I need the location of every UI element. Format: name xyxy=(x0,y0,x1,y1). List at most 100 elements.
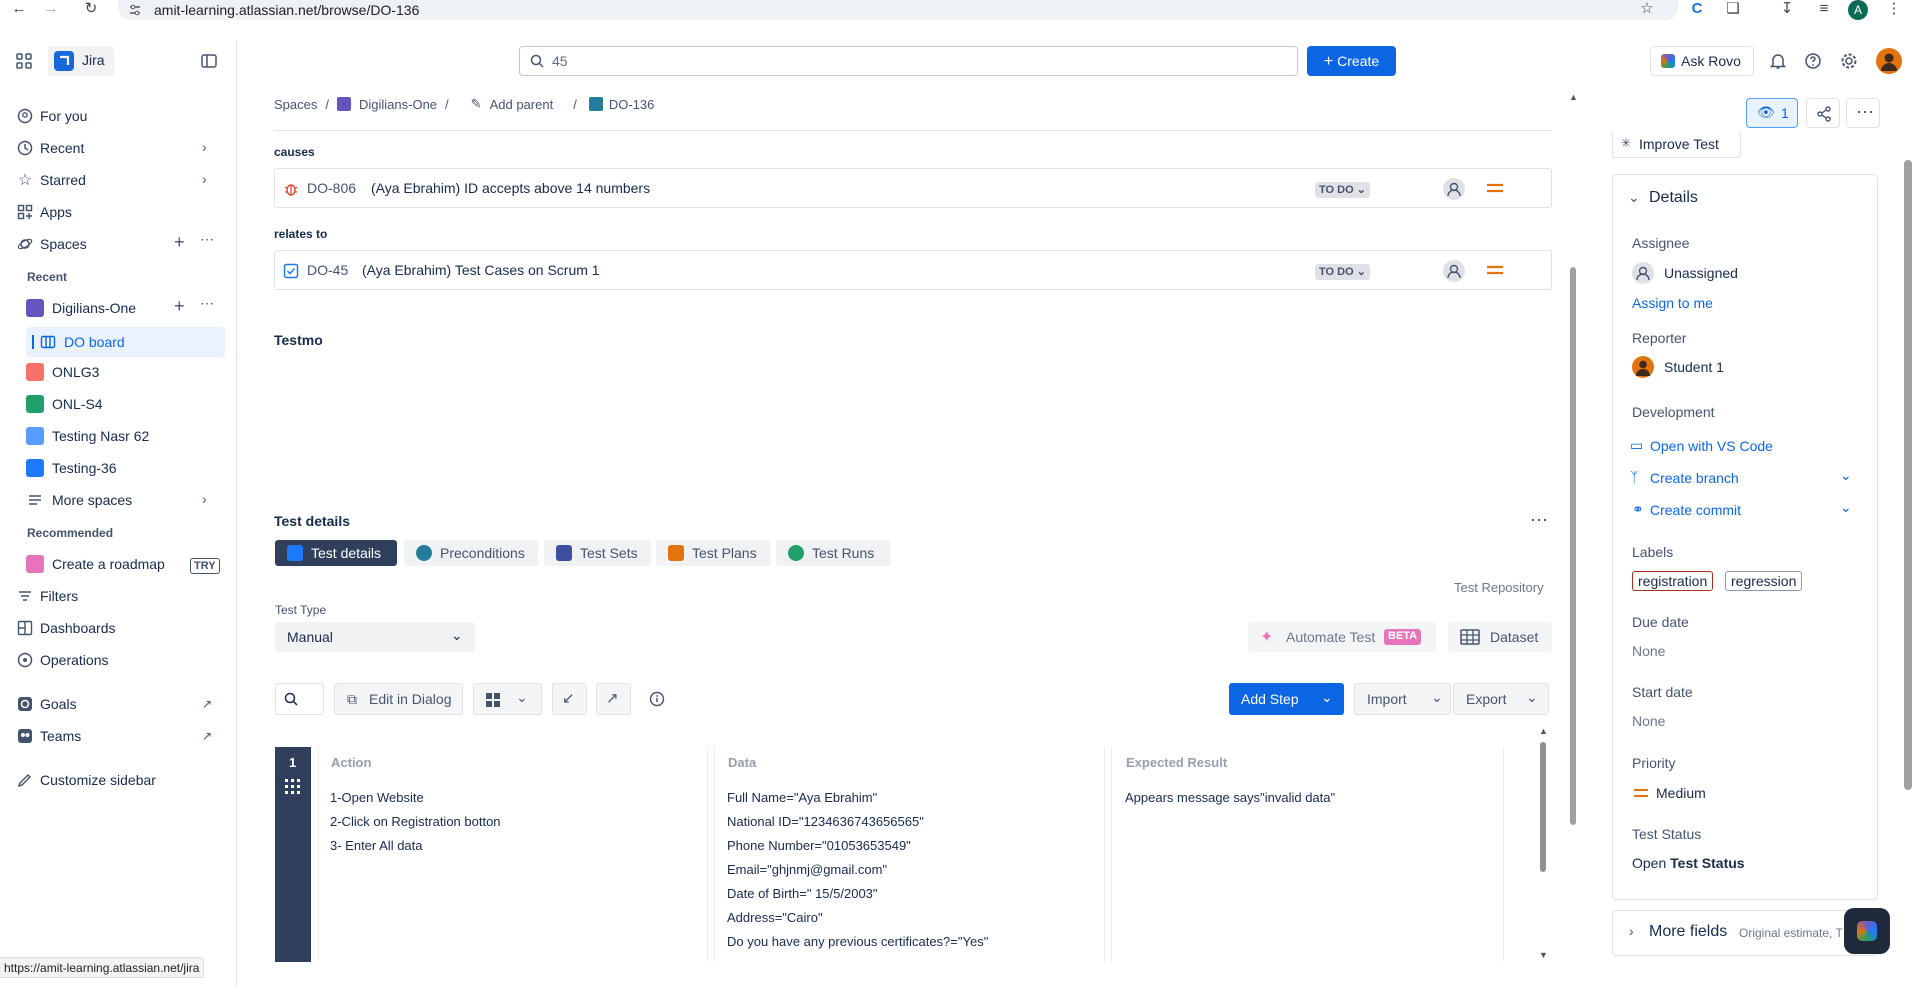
chevron-down-icon[interactable]: ⌄ xyxy=(1840,499,1852,516)
sidebar-item-dashboards[interactable]: Dashboards xyxy=(16,614,116,642)
issue-summary[interactable]: (Aya Ebrahim) ID accepts above 14 number… xyxy=(371,180,650,196)
browser-profile-avatar[interactable]: A xyxy=(1848,0,1868,20)
help-icon[interactable] xyxy=(1804,52,1822,70)
download-icon[interactable]: ↧ xyxy=(1778,1,1796,19)
tab-test-plans[interactable]: Test Plans xyxy=(656,540,770,566)
label-chip[interactable]: registration xyxy=(1632,571,1714,591)
sidebar-item-operations[interactable]: Operations xyxy=(16,646,108,674)
browser-menu-icon[interactable]: ⋮ xyxy=(1885,1,1903,19)
tab-test-details[interactable]: Test details xyxy=(275,540,397,566)
ask-rovo-button[interactable]: Ask Rovo xyxy=(1650,46,1754,76)
add-step-button[interactable]: Add Step ⌄ xyxy=(1229,683,1344,715)
external-link-icon[interactable]: ↗ xyxy=(202,729,212,743)
sidebar-item-more-spaces[interactable]: More spaces xyxy=(26,486,132,514)
open-vscode-link[interactable]: Open with VS Code xyxy=(1650,438,1773,454)
back-icon[interactable]: ← xyxy=(10,1,28,19)
breadcrumb-issue[interactable]: DO-136 xyxy=(609,97,655,112)
add-space-icon[interactable]: + xyxy=(174,232,185,253)
issue-key[interactable]: DO-45 xyxy=(307,262,348,278)
watch-button[interactable]: 👁 1 xyxy=(1746,98,1798,128)
sidebar-item-apps[interactable]: Apps xyxy=(16,198,72,226)
label-chip[interactable]: regression xyxy=(1725,571,1803,591)
test-status-value[interactable]: Open Test Status xyxy=(1632,855,1745,871)
details-title[interactable]: Details xyxy=(1649,189,1698,207)
priority-value[interactable]: Medium xyxy=(1656,785,1706,801)
sidebar-project-digilians[interactable]: Digilians-One xyxy=(26,294,136,322)
sidebar-item-filters[interactable]: Filters xyxy=(16,582,78,610)
due-date-value[interactable]: None xyxy=(1632,643,1665,659)
breadcrumb-project[interactable]: Digilians-One xyxy=(359,97,437,112)
more-options-icon[interactable]: ⋯ xyxy=(200,295,214,312)
export-button[interactable]: Export ⌄ xyxy=(1453,683,1549,715)
chevron-right-icon[interactable]: › xyxy=(202,491,207,507)
jira-home-button[interactable]: Jira xyxy=(48,46,114,76)
right-panel-scrollbar[interactable] xyxy=(1904,160,1912,790)
linked-issue-row[interactable]: DO-45 (Aya Ebrahim) Test Cases on Scrum … xyxy=(274,250,1552,290)
chevron-down-icon[interactable]: ⌄ xyxy=(1840,467,1852,484)
more-options-icon[interactable]: ⋯ xyxy=(200,231,214,248)
reload-icon[interactable]: ↻ xyxy=(82,1,100,19)
external-link-icon[interactable]: ↗ xyxy=(202,697,212,711)
sidebar-item-teams[interactable]: Teams xyxy=(16,722,81,750)
search-input[interactable]: 45 xyxy=(519,46,1298,76)
sidebar-project-onlg3[interactable]: ONLG3 xyxy=(26,358,99,386)
create-commit-link[interactable]: Create commit xyxy=(1650,502,1741,518)
status-badge[interactable]: TO DO ⌄ xyxy=(1315,264,1370,280)
create-button[interactable]: + Create xyxy=(1307,46,1396,76)
rovo-chat-button[interactable] xyxy=(1844,908,1890,954)
step-action-cell[interactable] xyxy=(318,747,708,962)
tab-test-runs[interactable]: Test Runs xyxy=(776,540,890,566)
start-date-value[interactable]: None xyxy=(1632,713,1665,729)
expand-button[interactable]: ↗ xyxy=(596,683,631,715)
edit-in-dialog-button[interactable]: ⧉ Edit in Dialog xyxy=(334,683,463,715)
sidebar-item-spaces[interactable]: Spaces xyxy=(16,230,87,258)
chevron-right-icon[interactable]: › xyxy=(202,139,207,155)
sidebar-item-customize[interactable]: Customize sidebar xyxy=(16,766,156,794)
status-badge[interactable]: TO DO ⌄ xyxy=(1315,182,1370,198)
add-icon[interactable]: + xyxy=(174,296,185,317)
chevron-down-icon[interactable]: ⌄ xyxy=(1628,189,1640,206)
test-type-select[interactable]: Manual ⌄ xyxy=(275,622,475,652)
settings-gear-icon[interactable] xyxy=(1840,52,1858,70)
sidebar-item-starred[interactable]: ☆ Starred xyxy=(16,166,86,194)
user-avatar[interactable] xyxy=(1876,48,1902,74)
step-handle[interactable]: 1 xyxy=(275,747,311,962)
steps-scrollbar[interactable]: ▲ ▼ xyxy=(1538,726,1548,962)
forward-icon[interactable]: → xyxy=(42,1,60,19)
tab-test-sets[interactable]: Test Sets xyxy=(544,540,651,566)
automate-test-button[interactable]: ✦ Automate Test BETA xyxy=(1248,622,1436,652)
site-info-icon[interactable] xyxy=(128,3,142,17)
improve-test-button[interactable]: ✳ Improve Test xyxy=(1612,132,1741,158)
collapse-sidebar-icon[interactable] xyxy=(200,52,218,70)
dataset-button[interactable]: Dataset xyxy=(1448,622,1552,652)
assignee-value[interactable]: Unassigned xyxy=(1664,265,1738,281)
sidebar-item-recent[interactable]: Recent xyxy=(16,134,84,162)
more-options-icon[interactable]: ⋯ xyxy=(1530,510,1548,531)
issue-key[interactable]: DO-806 xyxy=(307,180,356,196)
steps-search-input[interactable] xyxy=(275,683,324,715)
chevron-right-icon[interactable]: › xyxy=(202,171,207,187)
assign-to-me-link[interactable]: Assign to me xyxy=(1632,295,1713,311)
scrollbar-thumb[interactable] xyxy=(1570,267,1576,825)
import-button[interactable]: Import ⌄ xyxy=(1354,683,1451,715)
step-data-cell[interactable] xyxy=(714,747,1105,962)
sidebar-project-onl-s4[interactable]: ONL-S4 xyxy=(26,390,103,418)
scrollbar-thumb[interactable] xyxy=(1540,742,1546,872)
tab-preconditions[interactable]: Preconditions xyxy=(404,540,538,566)
app-switcher-icon[interactable] xyxy=(16,53,32,69)
reporter-value[interactable]: Student 1 xyxy=(1664,359,1724,375)
sidebar-project-testing-nasr[interactable]: Testing Nasr 62 xyxy=(26,422,149,450)
sidebar-item-create-roadmap[interactable]: Create a roadmap xyxy=(26,550,165,578)
sidebar-project-testing-36[interactable]: Testing-36 xyxy=(26,454,117,482)
sidebar-item-goals[interactable]: Goals xyxy=(16,690,77,718)
view-mode-dropdown[interactable]: ⌄ xyxy=(473,683,542,715)
bookmark-star-icon[interactable]: ☆ xyxy=(1638,1,1656,19)
breadcrumb-add-parent[interactable]: Add parent xyxy=(490,97,554,112)
sidebar-item-for-you[interactable]: For you xyxy=(16,102,87,130)
breadcrumb-spaces[interactable]: Spaces xyxy=(274,97,317,112)
extensions-puzzle-icon[interactable]: ❏ xyxy=(1724,1,1742,19)
more-fields-section[interactable]: › More fields Original estimate, T xyxy=(1612,910,1878,956)
issue-summary[interactable]: (Aya Ebrahim) Test Cases on Scrum 1 xyxy=(362,262,600,278)
test-repository-link[interactable]: Test Repository xyxy=(1454,580,1544,595)
share-button[interactable] xyxy=(1806,98,1840,128)
